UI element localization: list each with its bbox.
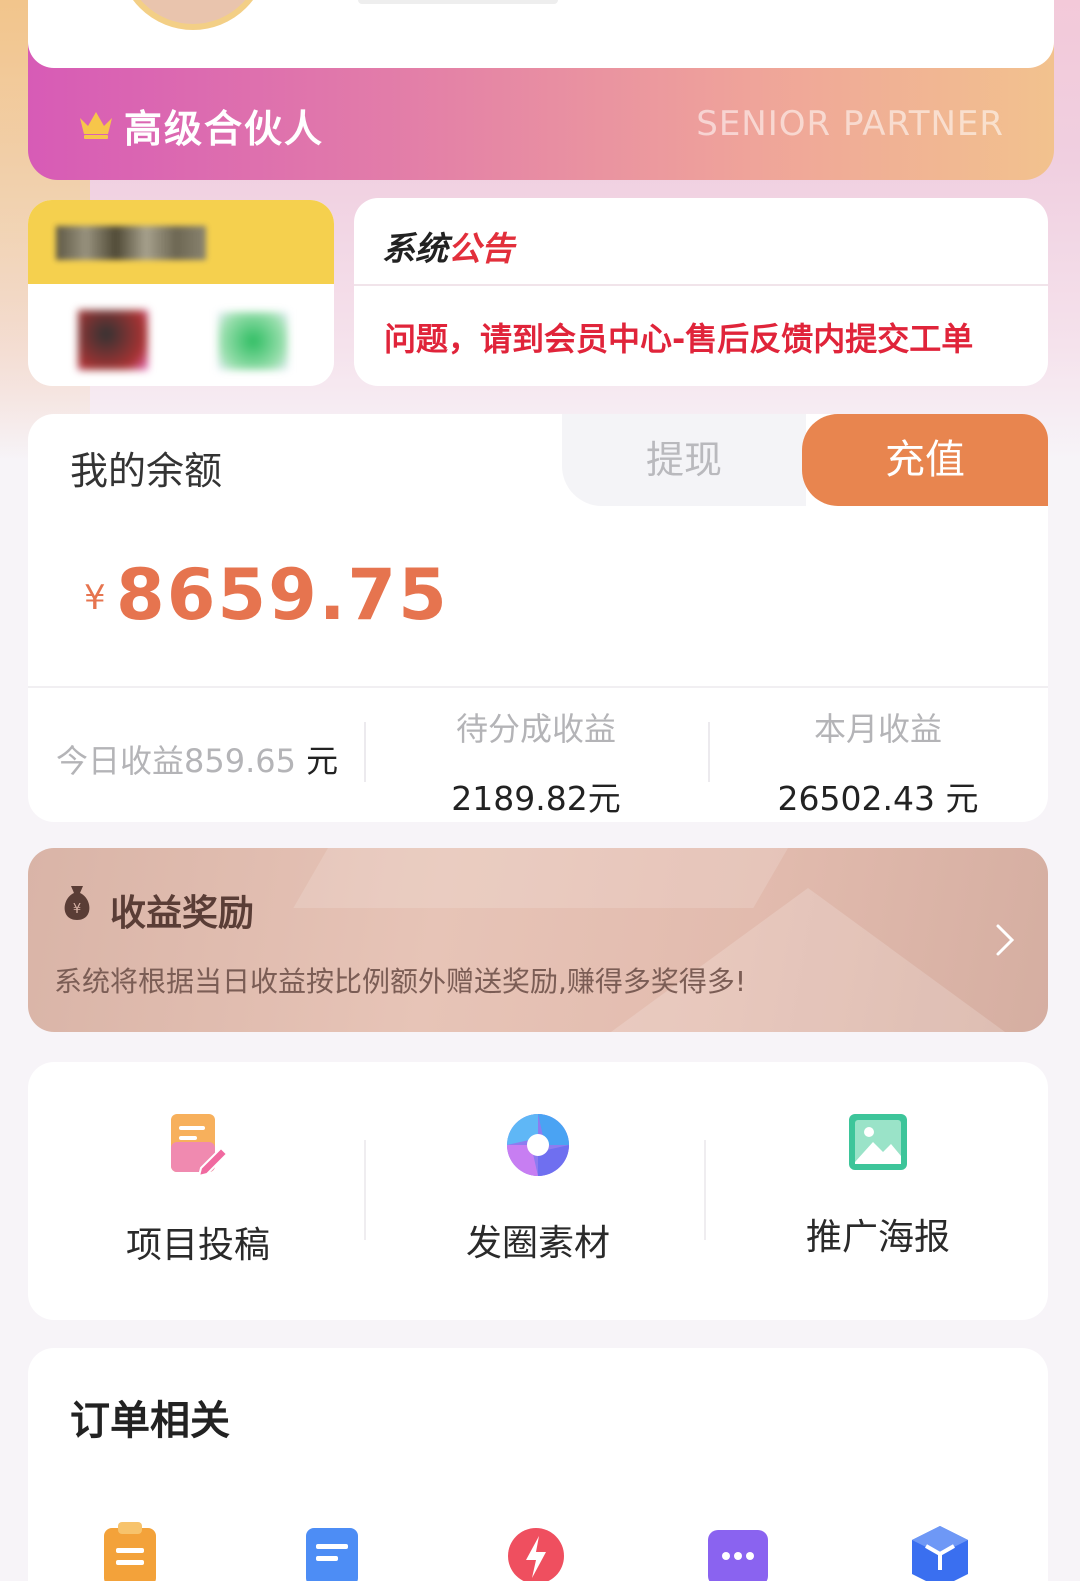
- notice-text: 问题，请到会员中心-售后反馈内提交工单: [384, 320, 974, 358]
- divider: [364, 722, 366, 782]
- quick-info-card[interactable]: [28, 200, 334, 386]
- divider: [708, 722, 710, 782]
- month-earnings-label: 本月收益: [813, 710, 942, 748]
- chevron-right-icon[interactable]: [992, 920, 1018, 960]
- month-earnings-value: 26502.43 元: [777, 779, 979, 818]
- aperture-icon: [507, 1114, 569, 1176]
- earnings-reward-banner[interactable]: ¥ 收益奖励 系统将根据当日收益按比例额外赠送奖励,赚得多奖得多!: [28, 848, 1048, 1032]
- balance-card: 我的余额 提现 充值 ¥ 8659.75 今日收益859.65 元 待分成收益 …: [28, 414, 1048, 822]
- username-edge: [358, 0, 558, 4]
- orders-card: 订单相关: [28, 1348, 1048, 1581]
- tool-label: 发圈素材: [465, 1223, 610, 1264]
- more-icon[interactable]: [708, 1518, 768, 1581]
- divider: [704, 1140, 706, 1240]
- divider: [364, 1140, 366, 1240]
- tools-card: 项目投稿 发圈素材 推广海报: [28, 1062, 1048, 1320]
- flash-icon[interactable]: [506, 1518, 566, 1581]
- image-icon: [849, 1114, 907, 1170]
- system-notice-card[interactable]: 系统公告 问题，请到会员中心-售后反馈内提交工单: [354, 198, 1048, 386]
- clipboard-icon[interactable]: [100, 1518, 160, 1581]
- blurred-icon: [218, 312, 288, 370]
- blurred-text: [56, 226, 206, 260]
- orders-title: 订单相关: [70, 1398, 230, 1444]
- crown-icon: [80, 112, 112, 139]
- pending-earnings[interactable]: 待分成收益 2189.82元: [386, 704, 686, 820]
- svg-text:¥: ¥: [73, 902, 81, 917]
- tool-label: 推广海报: [805, 1217, 950, 1258]
- document-edit-icon: [171, 1114, 229, 1178]
- divider: [354, 284, 1048, 286]
- divider: [28, 686, 1048, 688]
- reward-description: 系统将根据当日收益按比例额外赠送奖励,赚得多奖得多!: [54, 965, 747, 998]
- month-earnings[interactable]: 本月收益 26502.43 元: [728, 704, 1028, 820]
- project-submit-button[interactable]: 项目投稿: [28, 1112, 368, 1268]
- notice-title-part1: 系统: [382, 229, 448, 268]
- moments-material-button[interactable]: 发圈素材: [368, 1112, 708, 1266]
- notice-title: 系统公告: [382, 222, 514, 270]
- tool-label: 项目投稿: [125, 1225, 270, 1266]
- partner-level-english: SENIOR PARTNER: [696, 104, 1004, 144]
- notice-title-part2: 公告: [448, 229, 514, 268]
- withdraw-button[interactable]: 提现: [562, 414, 806, 506]
- money-bag-icon: ¥: [64, 886, 90, 920]
- partner-level-title: 高级合伙人: [124, 107, 325, 151]
- reward-title: 收益奖励: [110, 893, 255, 934]
- list-icon[interactable]: [302, 1518, 362, 1581]
- balance-label: 我的余额: [70, 449, 223, 493]
- currency-symbol: ¥: [84, 578, 106, 618]
- today-earnings: 今日收益859.65 元: [56, 736, 338, 782]
- pending-earnings-label: 待分成收益: [455, 710, 616, 748]
- balance-amount: 8659.75: [116, 554, 449, 636]
- profile-card: [28, 0, 1054, 68]
- today-earnings-label: 今日收益859.65: [56, 742, 296, 780]
- pending-earnings-value: 2189.82元: [451, 779, 621, 818]
- avatar[interactable]: [118, 0, 268, 30]
- blurred-icon: [78, 310, 148, 370]
- quick-info-header: [28, 200, 334, 284]
- recharge-button[interactable]: 充值: [802, 414, 1048, 506]
- box-icon[interactable]: [910, 1518, 970, 1581]
- promo-poster-button[interactable]: 推广海报: [708, 1112, 1048, 1260]
- today-earnings-unit: 元: [306, 742, 339, 780]
